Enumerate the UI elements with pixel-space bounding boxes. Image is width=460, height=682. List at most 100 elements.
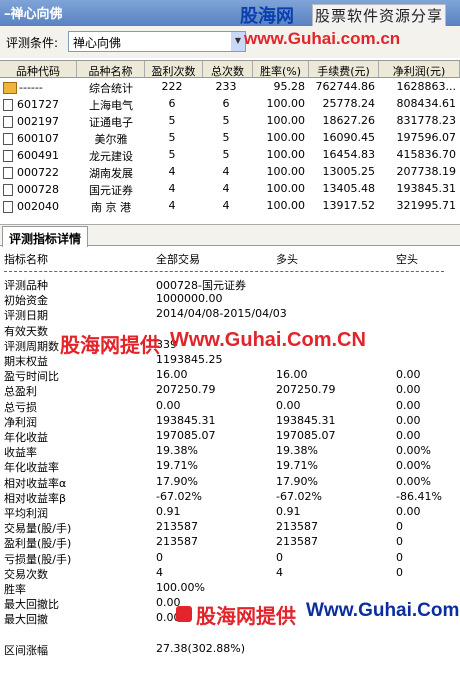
detail-cell: 16.00 [156, 368, 188, 382]
column-header[interactable]: 品种代码 [0, 61, 77, 77]
detail-cell: 交易量(股/手) [4, 522, 72, 536]
table-cell: 222 [161, 80, 183, 93]
table-cell: 600491 [0, 146, 77, 163]
table-row[interactable]: 600107 美尔雅 5 5 100.00 16090.45 197596.07 [0, 129, 460, 146]
table-cell: 95.28 [273, 80, 306, 93]
detail-row: 净利润 193845.31 193845.31 0.00 [0, 414, 460, 429]
detail-cell: 0 [276, 550, 283, 564]
column-header[interactable]: 净利润(元) [379, 61, 460, 77]
detail-cell: 交易次数 [4, 567, 48, 581]
document-icon [3, 183, 13, 196]
detail-cell: 17.90% [276, 474, 318, 488]
table-cell: 5 [168, 148, 176, 161]
table-cell: 美尔雅 [94, 133, 128, 146]
detail-cell: 初始资金 [4, 294, 48, 308]
column-header[interactable]: 盈利次数 [145, 61, 203, 77]
table-cell: 16090.45 [322, 131, 376, 144]
table-cell: 4 [168, 165, 176, 178]
detail-cell: 0 [156, 550, 163, 564]
document-icon [3, 132, 13, 145]
table-cell: 4 [168, 199, 176, 212]
table-row[interactable]: 601727 上海电气 6 6 100.00 25778.24 808434.61 [0, 95, 460, 112]
table-row[interactable]: 000728 国元证券 4 4 100.00 13405.48 193845.31 [0, 180, 460, 197]
table-cell: 002040 [0, 197, 77, 214]
table-row[interactable]: 600491 龙元建设 5 5 100.00 16454.83 415836.70 [0, 146, 460, 163]
detail-cell: 0 [396, 520, 403, 534]
detail-row: 区间涨幅 27.38(302.88%) [0, 642, 460, 657]
detail-cell: 收益率 [4, 446, 37, 460]
watermark-url-top: www.Guhai.com.cn [244, 29, 401, 48]
table-cell: 1628863... [396, 80, 456, 93]
detail-cell: 100.00% [156, 581, 205, 594]
table-row[interactable]: 002197 证通电子 5 5 100.00 18627.26 831778.23 [0, 112, 460, 129]
table-cell: 808434.61 [396, 97, 457, 110]
condition-select[interactable]: 禅心向佛 ▼ [68, 31, 246, 52]
detail-cell: -67.02% [156, 489, 202, 503]
table-cell: 207738.19 [396, 165, 457, 178]
condition-value: 禅心向佛 [73, 36, 122, 50]
table-row[interactable]: 000722 湖南发展 4 4 100.00 13005.25 207738.19 [0, 163, 460, 180]
detail-cell: 评测周期数 [4, 339, 59, 353]
table-cell: 197596.07 [396, 131, 457, 144]
table-cell: 5 [222, 148, 230, 161]
detail-cell: -86.41% [396, 489, 442, 503]
detail-cell: 213587 [156, 535, 198, 549]
detail-row: 总盈利 207250.79 207250.79 0.00 [0, 383, 460, 398]
table-row[interactable]: ------ 综合统计 222 233 95.28 762744.86 1628863... [0, 78, 460, 95]
column-header[interactable]: 总次数 [203, 61, 253, 77]
detail-cell: 0.00 [276, 398, 301, 412]
table-cell: 5 [222, 114, 230, 127]
results-grid: 品种代码 品种名称 盈利次数 总次数 胜率(%) 手续费(元) 净利润(元) -… [0, 60, 460, 220]
table-cell: 762744.86 [315, 80, 376, 93]
summary-icon [3, 81, 17, 94]
column-header[interactable]: 手续费(元) [309, 61, 379, 77]
cell-text: 000728 [17, 183, 59, 196]
detail-cell: 0.00 [396, 429, 421, 442]
table-cell: 13917.52 [322, 199, 376, 212]
document-icon [3, 166, 13, 179]
table-cell: 25778.24 [322, 97, 376, 110]
detail-cell: 0.00 [396, 505, 421, 518]
table-row[interactable]: 002040 南 京 港 4 4 100.00 13917.52 321995.71 [0, 197, 460, 214]
column-header[interactable]: 品种名称 [77, 61, 145, 77]
cell-text: 601727 [17, 98, 59, 111]
detail-cell: 区间涨幅 [4, 643, 48, 657]
table-cell: 100.00 [266, 131, 306, 144]
cell-text: ------ [19, 81, 43, 94]
detail-cell: 0.00 [396, 398, 421, 412]
detail-cell: 年化收益 [4, 431, 48, 444]
table-cell: 100.00 [266, 182, 306, 195]
column-header[interactable]: 胜率(%) [253, 61, 309, 77]
table-cell: 000722 [0, 163, 77, 180]
table-cell: 100.00 [266, 114, 306, 127]
detail-cell: 最大回撤比 [4, 598, 59, 612]
document-icon [3, 115, 13, 128]
tab-bar: 评测指标详情 [0, 224, 460, 247]
tab-details[interactable]: 评测指标详情 [2, 226, 89, 247]
watermark-mid-text: 股海网提供 [60, 333, 160, 357]
detail-row: 交易量(股/手) 213587 213587 0 [0, 520, 460, 535]
table-cell: 16454.83 [322, 148, 376, 161]
details-header-all: 全部交易 [156, 253, 200, 266]
table-cell: 100.00 [266, 97, 306, 110]
detail-cell: 27.38(302.88%) [156, 641, 246, 655]
table-cell: 5 [222, 131, 230, 144]
detail-cell: 总盈利 [4, 385, 37, 399]
detail-cell: 19.38% [276, 444, 318, 458]
watermark-bottom-url: Www.Guhai.Com.CN [306, 600, 460, 621]
table-cell: 6 [168, 97, 176, 110]
detail-cell: 0.91 [156, 505, 181, 518]
document-icon [3, 149, 13, 162]
table-cell: 000728 [0, 180, 77, 197]
detail-row: 盈利量(股/手) 213587 213587 0 [0, 535, 460, 550]
table-cell: 5 [168, 131, 176, 144]
table-cell: 4 [222, 199, 230, 212]
detail-cell: 16.00 [276, 368, 308, 382]
detail-row: 评测日期 2014/04/08-2015/04/03 [0, 307, 460, 322]
chevron-down-icon[interactable]: ▼ [231, 32, 245, 51]
detail-row: 年化收益 197085.07 197085.07 0.00 [0, 429, 460, 444]
detail-cell: 193845.31 [276, 413, 336, 427]
detail-cell: 213587 [276, 535, 318, 549]
detail-cell: 相对收益率α [4, 476, 67, 490]
table-cell: 831778.23 [396, 114, 457, 127]
